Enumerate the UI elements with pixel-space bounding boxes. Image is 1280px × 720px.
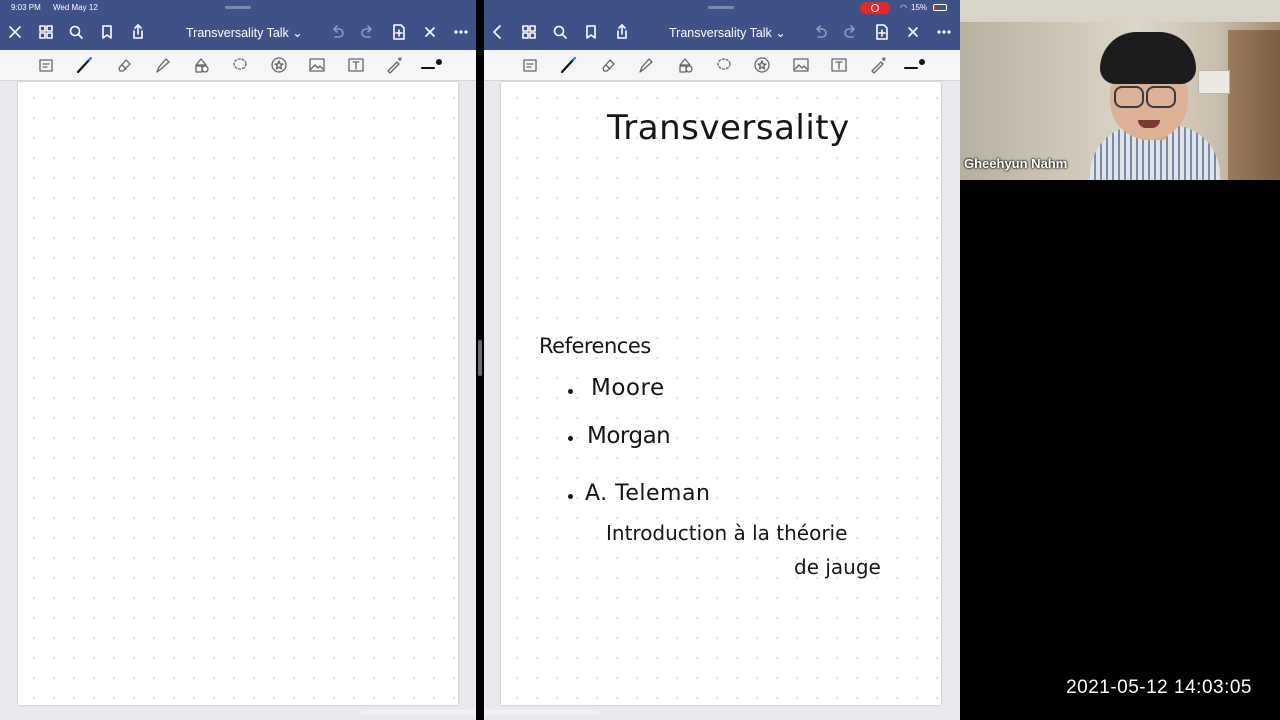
close-icon[interactable] [5, 22, 25, 42]
video-background [1198, 70, 1230, 94]
more-options-icon[interactable] [934, 22, 954, 42]
battery-percent: 15% [911, 3, 928, 12]
document-title-button[interactable]: Transversality Talk ⌄ [186, 25, 303, 40]
text-tool-icon[interactable] [346, 55, 366, 75]
laser-pointer-icon[interactable] [384, 55, 404, 75]
image-tool-icon[interactable] [307, 55, 327, 75]
handwritten-heading: Transversality [607, 108, 850, 148]
recording-indicator [860, 2, 890, 14]
right-notebook-pane: ◠ 15% Transversality Talk ⌄ Transversali… [484, 0, 960, 720]
undo-icon[interactable] [810, 22, 830, 42]
right-tools-toolbar [484, 50, 960, 81]
bullet-point [568, 389, 573, 394]
add-page-icon[interactable] [872, 22, 892, 42]
undo-icon[interactable] [327, 22, 347, 42]
bookmark-icon[interactable] [97, 22, 117, 42]
redo-icon[interactable] [358, 22, 378, 42]
multitasking-grabber[interactable] [225, 6, 251, 9]
video-background [960, 0, 1280, 22]
eraser-tool-icon[interactable] [114, 55, 134, 75]
more-options-icon[interactable] [451, 22, 471, 42]
left-nav-bar: 9:03 PM Wed May 12 Transversality Talk ⌄ [0, 0, 476, 50]
reference-item: Morgan [587, 423, 671, 449]
reference-item: A. Teleman [585, 481, 711, 506]
lasso-tool-icon[interactable] [230, 55, 250, 75]
video-background [1228, 30, 1280, 180]
participant-figure [1146, 86, 1176, 108]
home-indicator [360, 710, 476, 714]
eraser-tool-icon[interactable] [598, 55, 618, 75]
bullet-point [568, 494, 573, 499]
highlighter-tool-icon[interactable] [636, 55, 656, 75]
pen-tool-icon[interactable] [74, 55, 94, 75]
lasso-tool-icon[interactable] [714, 55, 734, 75]
share-icon[interactable] [612, 22, 632, 42]
add-page-icon[interactable] [389, 22, 409, 42]
participant-video-tile: Gheehyun Nahm [960, 0, 1280, 180]
notebook-page[interactable]: Transversality References Moore Morgan A… [501, 82, 941, 705]
pen-tool-icon[interactable] [558, 55, 578, 75]
shapes-tool-icon[interactable] [191, 55, 211, 75]
elements-sticker-icon[interactable] [269, 55, 289, 75]
back-chevron-icon[interactable] [488, 22, 508, 42]
bullet-point [568, 436, 573, 441]
blank-notebook-page[interactable] [18, 82, 458, 705]
participant-figure [1114, 86, 1144, 108]
read-only-mode-icon[interactable] [520, 55, 540, 75]
right-nav-bar: ◠ 15% Transversality Talk ⌄ [484, 0, 960, 50]
reference-detail-line: Introduction à la théorie [606, 521, 848, 545]
home-indicator [484, 710, 600, 714]
search-icon[interactable] [66, 22, 86, 42]
document-title-button[interactable]: Transversality Talk ⌄ [669, 25, 786, 40]
status-date: Wed May 12 [53, 3, 98, 12]
participant-name-label: Gheehyun Nahm [964, 156, 1068, 171]
recording-timestamp: 2021-05-12 14:03:05 [1066, 677, 1252, 698]
image-tool-icon[interactable] [791, 55, 811, 75]
pen-color-swatch[interactable] [903, 55, 929, 75]
highlighter-tool-icon[interactable] [153, 55, 173, 75]
elements-sticker-icon[interactable] [752, 55, 772, 75]
text-tool-icon[interactable] [829, 55, 849, 75]
search-icon[interactable] [550, 22, 570, 42]
close-document-icon[interactable] [420, 22, 440, 42]
split-view-handle[interactable] [478, 340, 482, 376]
ipad-screen: 9:03 PM Wed May 12 Transversality Talk ⌄ [0, 0, 960, 720]
reference-item: Moore [591, 375, 665, 401]
thumbnails-grid-icon[interactable] [519, 22, 539, 42]
reference-detail-line: de jauge [794, 555, 881, 579]
left-tools-toolbar [0, 50, 476, 81]
bookmark-icon[interactable] [581, 22, 601, 42]
multitasking-grabber[interactable] [708, 6, 734, 9]
shapes-tool-icon[interactable] [675, 55, 695, 75]
participant-figure [1100, 32, 1196, 84]
redo-icon[interactable] [841, 22, 861, 42]
share-icon[interactable] [128, 22, 148, 42]
references-label: References [539, 334, 651, 358]
read-only-mode-icon[interactable] [36, 55, 56, 75]
pen-color-swatch[interactable] [420, 55, 446, 75]
close-document-icon[interactable] [903, 22, 923, 42]
status-time: 9:03 PM [11, 3, 41, 12]
thumbnails-grid-icon[interactable] [36, 22, 56, 42]
wifi-icon: ◠ [900, 3, 907, 12]
laser-pointer-icon[interactable] [868, 55, 888, 75]
left-notebook-pane: 9:03 PM Wed May 12 Transversality Talk ⌄ [0, 0, 476, 720]
battery-icon [933, 4, 947, 11]
record-icon [871, 4, 879, 12]
